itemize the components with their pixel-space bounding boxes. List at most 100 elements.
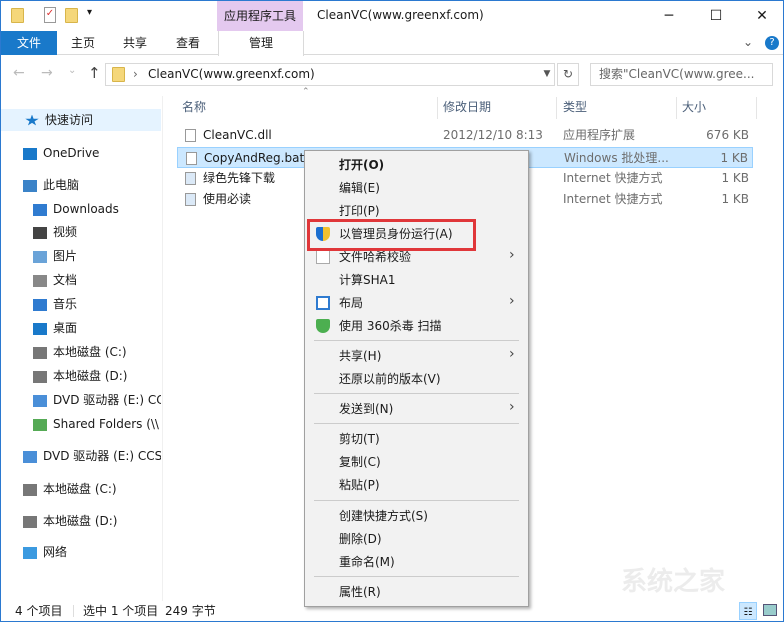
nav-item[interactable]: 网络 (1, 541, 161, 563)
menu-item[interactable]: 发送到(N) (339, 398, 393, 420)
tab-home[interactable]: 主页 (61, 31, 105, 55)
nav-item[interactable]: 本地磁盘 (C:) (1, 478, 161, 500)
address-dropdown-button[interactable]: ▼ (538, 63, 556, 86)
menu-item[interactable]: 属性(R) (339, 581, 381, 603)
file-size: 1 KB (721, 192, 749, 206)
file-name: 绿色先锋下载 (203, 171, 276, 185)
close-button[interactable]: ✕ (739, 1, 784, 31)
properties-icon[interactable]: ✓ (44, 7, 56, 23)
file-icon (186, 152, 197, 165)
column-header-date[interactable]: 修改日期 (443, 97, 491, 117)
nav-item-label: 图片 (53, 249, 78, 263)
file-type: Windows 批处理... (564, 151, 669, 165)
column-header-type[interactable]: 类型 (563, 97, 587, 117)
file-row[interactable]: CleanVC.dll 2012/12/10 8:13 应用程序扩展 676 K… (177, 125, 753, 146)
new-folder-icon[interactable] (65, 8, 78, 23)
menu-item[interactable]: 创建快捷方式(S) (339, 505, 428, 527)
tab-share[interactable]: 共享 (113, 31, 157, 55)
up-button[interactable]: ↑ (88, 64, 101, 82)
nav-item[interactable]: 文档 (1, 269, 161, 291)
tab-file[interactable]: 文件 (1, 31, 57, 55)
search-input[interactable]: 搜索"CleanVC(www.gree... (590, 63, 773, 86)
nav-item[interactable]: OneDrive (1, 142, 161, 164)
menu-item[interactable]: 粘贴(P) (339, 474, 380, 496)
menu-item[interactable]: 还原以前的版本(V) (339, 368, 441, 390)
menu-item[interactable]: 共享(H) (339, 345, 381, 367)
menu-item[interactable]: 打开(O) (339, 154, 384, 176)
layout-icon (316, 296, 330, 310)
menu-item[interactable]: 使用 360杀毒 扫描 (339, 315, 442, 337)
menu-item[interactable]: 编辑(E) (339, 177, 380, 199)
file-size: 676 KB (706, 128, 749, 142)
watermark-logo: 系统之家 (621, 567, 726, 597)
column-divider[interactable] (556, 97, 557, 119)
status-divider (73, 605, 74, 617)
submenu-arrow-icon: › (509, 247, 515, 263)
nav-item-label: Downloads (53, 202, 119, 216)
context-tab-label: 应用程序工具 (217, 1, 303, 31)
help-icon[interactable]: ? (765, 36, 779, 50)
internet-shortcut-icon (185, 193, 196, 206)
document-icon (33, 274, 47, 287)
maximize-button[interactable]: ☐ (693, 1, 739, 31)
nav-item[interactable]: 快速访问 (1, 109, 161, 131)
customize-toolbar-icon[interactable]: ▾ (87, 7, 92, 18)
file-type: Internet 快捷方式 (563, 192, 663, 206)
address-bar[interactable]: › CleanVC(www.greenxf.com) (105, 63, 555, 86)
menu-item[interactable]: 重命名(M) (339, 551, 395, 573)
nav-item[interactable]: 音乐 (1, 293, 161, 315)
file-name: 使用必读 (203, 192, 252, 206)
back-button[interactable]: ← (13, 65, 25, 81)
menu-separator (314, 576, 519, 577)
nav-item-label: 网络 (43, 545, 68, 559)
recent-locations-button[interactable]: ⌄ (68, 65, 76, 76)
menu-item[interactable]: 复制(C) (339, 451, 381, 473)
menu-item[interactable]: 剪切(T) (339, 428, 380, 450)
nav-item[interactable]: 图片 (1, 245, 161, 267)
nav-item-label: 文档 (53, 273, 78, 287)
menu-item[interactable]: 布局 (339, 292, 363, 314)
refresh-button[interactable]: ↻ (557, 63, 579, 86)
internet-shortcut-icon (185, 172, 196, 185)
minimize-button[interactable]: ─ (646, 1, 692, 31)
collapse-ribbon-icon[interactable]: ⌄ (743, 35, 753, 49)
nav-item-label: DVD 驱动器 (E:) CCS (43, 449, 161, 463)
column-divider[interactable] (676, 97, 677, 119)
video-icon (33, 226, 47, 239)
dvd-icon (33, 394, 47, 407)
nav-item[interactable]: 桌面 (1, 317, 161, 339)
large-icons-view-button[interactable] (763, 604, 777, 616)
window-title: CleanVC(www.greenxf.com) (317, 8, 484, 22)
nav-item[interactable]: 本地磁盘 (C:) (1, 341, 161, 363)
network-icon (23, 546, 37, 559)
menu-item[interactable]: 计算SHA1 (339, 269, 396, 291)
nav-item[interactable]: Downloads (1, 198, 161, 220)
nav-item[interactable]: DVD 驱动器 (E:) CCS (1, 445, 161, 467)
nav-item[interactable]: 视频 (1, 221, 161, 243)
column-header-name[interactable]: 名称 (182, 97, 206, 117)
selected-count: 选中 1 个项目 (83, 604, 159, 618)
picture-icon (33, 250, 47, 263)
nav-item[interactable]: DVD 驱动器 (E:) CC (1, 389, 161, 411)
submenu-arrow-icon: › (509, 346, 515, 362)
nav-item-label: 本地磁盘 (D:) (53, 369, 128, 383)
column-header-size[interactable]: 大小 (682, 97, 706, 117)
menu-item[interactable]: 删除(D) (339, 528, 382, 550)
file-name: CleanVC.dll (203, 128, 272, 142)
nav-item[interactable]: 此电脑 (1, 174, 161, 196)
drive-icon (23, 515, 37, 528)
highlight-box (307, 219, 476, 251)
column-divider[interactable] (756, 97, 757, 119)
nav-item-label: OneDrive (43, 146, 100, 160)
tab-view[interactable]: 查看 (166, 31, 210, 55)
nav-item[interactable]: 本地磁盘 (D:) (1, 365, 161, 387)
nav-item[interactable]: 本地磁盘 (D:) (1, 510, 161, 532)
column-divider[interactable] (437, 97, 438, 119)
forward-button[interactable]: → (41, 65, 53, 81)
tab-manage[interactable]: 管理 (218, 31, 304, 56)
breadcrumb-path[interactable]: CleanVC(www.greenxf.com) (148, 67, 315, 81)
details-view-button[interactable]: ☷ (739, 602, 757, 620)
nav-item[interactable]: Shared Folders (\\ (1, 413, 161, 435)
folder-icon (11, 8, 24, 23)
nav-item-label: 视频 (53, 225, 78, 239)
